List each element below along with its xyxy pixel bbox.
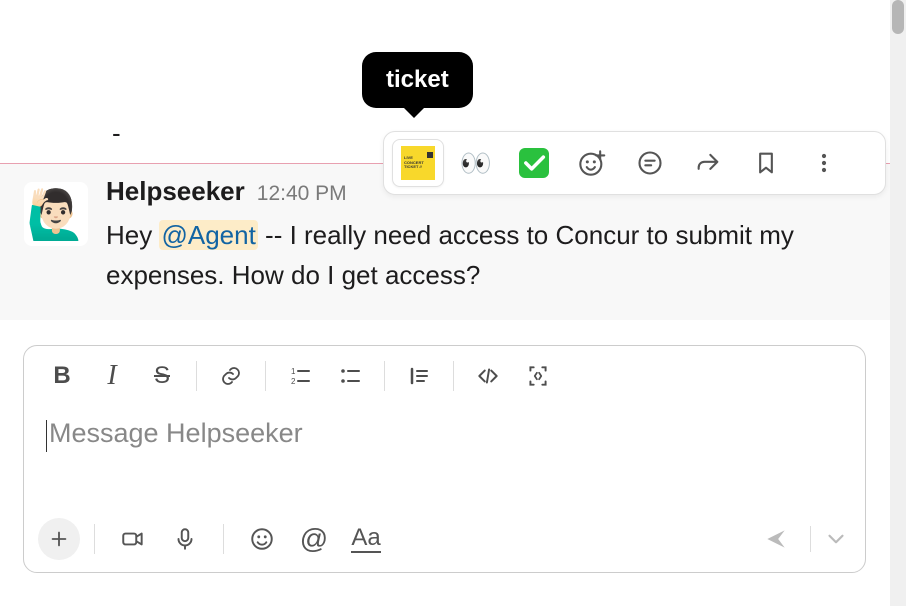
blockquote-icon [407,364,431,388]
composer-bottom-toolbar: @ Aa [24,510,865,572]
send-options-button[interactable] [821,518,851,560]
separator [810,526,811,552]
bold-button[interactable]: B [38,356,86,396]
tooltip: ticket [362,52,473,108]
mention-icon: @ [300,523,328,555]
more-vertical-icon [810,149,838,177]
add-reaction-button[interactable] [566,139,618,187]
ordered-list-icon: 12 [288,364,312,388]
send-button[interactable] [752,518,800,560]
message-text: Hey @Agent -- I really need access to Co… [106,215,866,296]
bookmark-button[interactable] [740,139,792,187]
attachment-plus-button[interactable] [38,518,80,560]
bullet-list-button[interactable] [326,356,374,396]
mention[interactable]: @Agent [159,220,257,250]
strikethrough-button[interactable]: S [138,356,186,396]
italic-button[interactable]: I [88,356,136,396]
bookmark-icon [752,149,780,177]
separator [223,524,224,554]
separator [265,361,266,391]
add-reaction-icon [578,149,606,177]
timestamp[interactable]: 12:40 PM [257,182,347,206]
thread-icon [636,149,664,177]
svg-text:2: 2 [291,377,296,386]
video-button[interactable] [109,518,157,560]
code-button[interactable] [464,356,512,396]
message-action-toolbar: LIVECONCERTTICKET // 👀 [383,131,886,195]
scrollbar-thumb[interactable] [892,0,904,34]
prior-message-fragment: - [112,118,121,149]
ticket-icon: LIVECONCERTTICKET // [401,146,435,180]
bullet-list-icon [338,364,362,388]
send-group [752,518,851,560]
thread-button[interactable] [624,139,676,187]
formatting-icon: Aa [351,526,380,553]
eyes-icon: 👀 [460,148,492,179]
separator [94,524,95,554]
blockquote-button[interactable] [395,356,443,396]
ordered-list-button[interactable]: 12 [276,356,324,396]
emoji-icon [249,526,275,552]
microphone-button[interactable] [161,518,209,560]
reaction-eyes[interactable]: 👀 [450,139,502,187]
send-icon [763,526,789,552]
microphone-icon [172,526,198,552]
separator [453,361,454,391]
tooltip-label: ticket [386,66,449,93]
video-icon [120,526,146,552]
scrollbar-track[interactable] [890,0,906,606]
message-text-pre: Hey [106,220,159,250]
formatting-toggle-button[interactable]: Aa [342,518,390,560]
text-cursor [46,420,47,452]
chevron-down-icon [823,526,849,552]
code-block-icon [525,363,551,389]
emoji-button[interactable] [238,518,286,560]
code-icon [475,363,501,389]
message-input-placeholder: Message Helpseeker [49,418,303,449]
plus-icon [48,528,70,550]
separator [384,361,385,391]
message-input[interactable]: Message Helpseeker [24,406,865,510]
more-actions-button[interactable] [798,139,850,187]
link-button[interactable] [207,356,255,396]
svg-text:1: 1 [291,367,296,376]
link-icon [219,364,243,388]
message-composer: B I S 12 Message Helpseeker [23,345,866,573]
share-icon [694,149,722,177]
check-icon [519,148,549,178]
format-toolbar: B I S 12 [24,346,865,406]
mention-button[interactable]: @ [290,518,338,560]
share-button[interactable] [682,139,734,187]
code-block-button[interactable] [514,356,562,396]
reaction-ticket[interactable]: LIVECONCERTTICKET // [392,139,444,187]
separator [196,361,197,391]
avatar[interactable]: 🙋🏻‍♂️ [24,182,88,246]
sender-name[interactable]: Helpseeker [106,176,245,207]
reaction-check[interactable] [508,139,560,187]
